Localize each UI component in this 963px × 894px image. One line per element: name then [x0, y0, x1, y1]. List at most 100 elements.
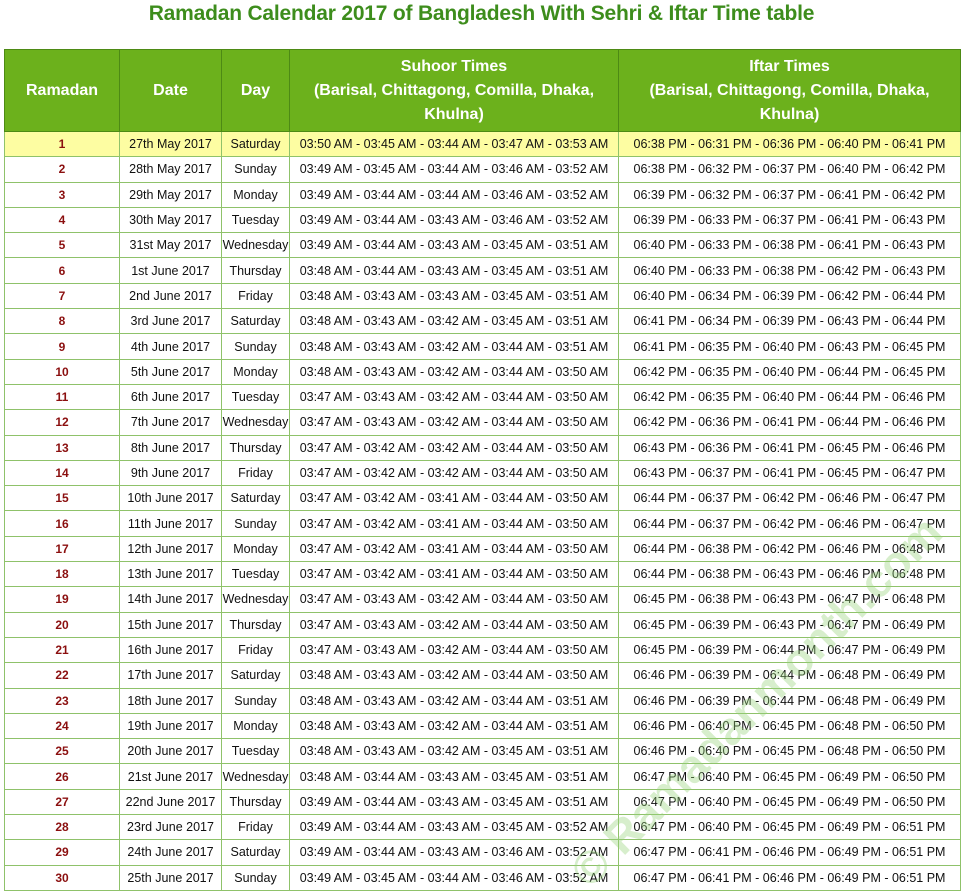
date-cell: 29th May 2017 — [119, 181, 222, 208]
date-cell: 22nd June 2017 — [119, 788, 222, 816]
date-cell: 24th June 2017 — [119, 839, 222, 866]
iftar-times-cell: 06:39 PM - 06:32 PM - 06:37 PM - 06:41 P… — [618, 181, 961, 208]
weekday-cell: Monday — [221, 712, 290, 740]
suhoor-times-cell: 03:48 AM - 03:43 AM - 03:42 AM - 03:45 A… — [289, 738, 619, 765]
weekday-cell: Thursday — [221, 257, 290, 284]
weekday-cell: Saturday — [221, 308, 290, 335]
ramadan-day-cell: 9 — [4, 333, 120, 360]
ramadan-day-cell: 20 — [4, 611, 120, 638]
weekday-cell: Wednesday — [221, 586, 290, 613]
suhoor-times-cell: 03:47 AM - 03:42 AM - 03:41 AM - 03:44 A… — [289, 510, 619, 537]
date-cell: 15th June 2017 — [119, 611, 222, 638]
suhoor-times-cell: 03:48 AM - 03:43 AM - 03:42 AM - 03:44 A… — [289, 687, 619, 714]
date-cell: 6th June 2017 — [119, 383, 222, 411]
iftar-times-cell: 06:42 PM - 06:36 PM - 06:41 PM - 06:44 P… — [618, 409, 961, 436]
table-row: 14 9th June 2017 Friday 03:47 AM - 03:42 AM… — [4, 459, 961, 487]
date-cell: 23rd June 2017 — [119, 814, 222, 841]
suhoor-times-cell: 03:48 AM - 03:43 AM - 03:42 AM - 03:45 A… — [289, 308, 619, 335]
suhoor-times-cell: 03:47 AM - 03:43 AM - 03:42 AM - 03:44 A… — [289, 636, 619, 664]
weekday-cell: Sunday — [221, 333, 290, 360]
date-cell: 28th May 2017 — [119, 156, 222, 183]
date-cell: 21st June 2017 — [119, 763, 222, 790]
table-row: 13 8th June 2017 Thursday 03:47 AM - 03:42 … — [4, 434, 961, 461]
header-iftar-cities: (Barisal, Chittagong, Comilla, Dhaka, Kh… — [649, 81, 930, 123]
suhoor-times-cell: 03:49 AM - 03:44 AM - 03:43 AM - 03:45 A… — [289, 788, 619, 816]
ramadan-day-cell: 5 — [4, 232, 120, 259]
date-cell: 3rd June 2017 — [119, 308, 222, 335]
table-row: 11 6th June 2017 Tuesday 03:47 AM - 03:43 A… — [4, 383, 961, 411]
table-header-row: Ramadan Date Day Suhoor Times (Barisal, … — [4, 49, 961, 132]
suhoor-times-cell: 03:47 AM - 03:42 AM - 03:41 AM - 03:44 A… — [289, 485, 619, 512]
weekday-cell: Thursday — [221, 788, 290, 816]
weekday-cell: Wednesday — [221, 763, 290, 790]
suhoor-times-cell: 03:48 AM - 03:43 AM - 03:43 AM - 03:45 A… — [289, 282, 619, 310]
weekday-cell: Sunday — [221, 156, 290, 183]
ramadan-day-cell: 29 — [4, 839, 120, 866]
date-cell: 25th June 2017 — [119, 864, 222, 891]
ramadan-day-cell: 15 — [4, 485, 120, 512]
date-cell: 1st June 2017 — [119, 257, 222, 284]
weekday-cell: Tuesday — [221, 738, 290, 765]
table-row: 7 2nd June 2017 Friday 03:48 AM - 03:43 AM … — [4, 282, 961, 310]
weekday-cell: Wednesday — [221, 409, 290, 436]
weekday-cell: Saturday — [221, 485, 290, 512]
table-row: 10 5th June 2017 Monday 03:48 AM - 03:43 AM… — [4, 358, 961, 385]
weekday-cell: Thursday — [221, 434, 290, 461]
table-row: 8 3rd June 2017 Saturday 03:48 AM - 03:43 A… — [4, 308, 961, 335]
date-cell: 18th June 2017 — [119, 687, 222, 714]
iftar-times-cell: 06:38 PM - 06:31 PM - 06:36 PM - 06:40 P… — [618, 130, 961, 158]
suhoor-times-cell: 03:48 AM - 03:44 AM - 03:43 AM - 03:45 A… — [289, 763, 619, 790]
suhoor-times-cell: 03:49 AM - 03:44 AM - 03:43 AM - 03:45 A… — [289, 232, 619, 259]
suhoor-times-cell: 03:48 AM - 03:43 AM - 03:42 AM - 03:44 A… — [289, 662, 619, 689]
ramadan-day-cell: 7 — [4, 282, 120, 310]
header-suhoor-title: Suhoor Times — [400, 57, 508, 75]
weekday-cell: Sunday — [221, 864, 290, 891]
table-row: 1 27th May 2017 Saturday 03:50 AM - 03:45 A… — [4, 130, 961, 158]
suhoor-times-cell: 03:50 AM - 03:45 AM - 03:44 AM - 03:47 A… — [289, 130, 619, 158]
ramadan-day-cell: 25 — [4, 738, 120, 765]
suhoor-times-cell: 03:48 AM - 03:44 AM - 03:43 AM - 03:45 A… — [289, 257, 619, 284]
weekday-cell: Tuesday — [221, 383, 290, 411]
suhoor-times-cell: 03:48 AM - 03:43 AM - 03:42 AM - 03:44 A… — [289, 712, 619, 740]
date-cell: 30th May 2017 — [119, 206, 222, 234]
page-title: Ramadan Calendar 2017 of Bangladesh With… — [148, 2, 815, 25]
iftar-times-cell: 06:43 PM - 06:36 PM - 06:41 PM - 06:45 P… — [618, 434, 961, 461]
table-row: 6 1st June 2017 Thursday 03:48 AM - 03:44 A… — [4, 257, 961, 284]
iftar-times-cell: 06:39 PM - 06:33 PM - 06:37 PM - 06:41 P… — [618, 206, 961, 234]
watermark-graphic: © Ramadanmonth.com — [560, 506, 951, 894]
iftar-times-cell: 06:40 PM - 06:33 PM - 06:38 PM - 06:42 P… — [618, 257, 961, 284]
ramadan-day-cell: 12 — [4, 409, 120, 436]
date-cell: 8th June 2017 — [119, 434, 222, 461]
suhoor-times-cell: 03:47 AM - 03:43 AM - 03:42 AM - 03:44 A… — [289, 611, 619, 638]
ramadan-day-cell: 21 — [4, 636, 120, 664]
weekday-cell: Wednesday — [221, 232, 290, 259]
ramadan-day-cell: 16 — [4, 510, 120, 537]
iftar-times-cell: 06:41 PM - 06:35 PM - 06:40 PM - 06:43 P… — [618, 333, 961, 360]
table-row: 12 7th June 2017 Wednesday 03:47 AM - 03:43… — [4, 409, 961, 436]
ramadan-day-cell: 4 — [4, 206, 120, 234]
weekday-cell: Saturday — [221, 662, 290, 689]
header-day: Day — [221, 49, 290, 132]
ramadan-day-cell: 27 — [4, 788, 120, 816]
date-cell: 19th June 2017 — [119, 712, 222, 740]
suhoor-times-cell: 03:49 AM - 03:44 AM - 03:44 AM - 03:46 A… — [289, 181, 619, 208]
ramadan-day-cell: 6 — [4, 257, 120, 284]
iftar-times-cell: 06:43 PM - 06:37 PM - 06:41 PM - 06:45 P… — [618, 459, 961, 487]
weekday-cell: Saturday — [221, 839, 290, 866]
ramadan-day-cell: 17 — [4, 535, 120, 563]
watermark-text: © Ramadanmonth.com — [560, 506, 951, 894]
ramadan-day-cell: 8 — [4, 308, 120, 335]
ramadan-day-cell: 22 — [4, 662, 120, 689]
weekday-cell: Tuesday — [221, 206, 290, 234]
suhoor-times-cell: 03:47 AM - 03:43 AM - 03:42 AM - 03:44 A… — [289, 383, 619, 411]
suhoor-times-cell: 03:47 AM - 03:43 AM - 03:42 AM - 03:44 A… — [289, 586, 619, 613]
table-row: 9 4th June 2017 Sunday 03:48 AM - 03:43 AM … — [4, 333, 961, 360]
date-cell: 17th June 2017 — [119, 662, 222, 689]
weekday-cell: Sunday — [221, 510, 290, 537]
iftar-times-cell: 06:40 PM - 06:33 PM - 06:38 PM - 06:41 P… — [618, 232, 961, 259]
suhoor-times-cell: 03:48 AM - 03:43 AM - 03:42 AM - 03:44 A… — [289, 333, 619, 360]
header-suhoor: Suhoor Times (Barisal, Chittagong, Comil… — [289, 49, 619, 132]
ramadan-day-cell: 11 — [4, 383, 120, 411]
table-row: 4 30th May 2017 Tuesday 03:49 AM - 03:44 AM… — [4, 206, 961, 234]
suhoor-times-cell: 03:49 AM - 03:44 AM - 03:43 AM - 03:45 A… — [289, 814, 619, 841]
